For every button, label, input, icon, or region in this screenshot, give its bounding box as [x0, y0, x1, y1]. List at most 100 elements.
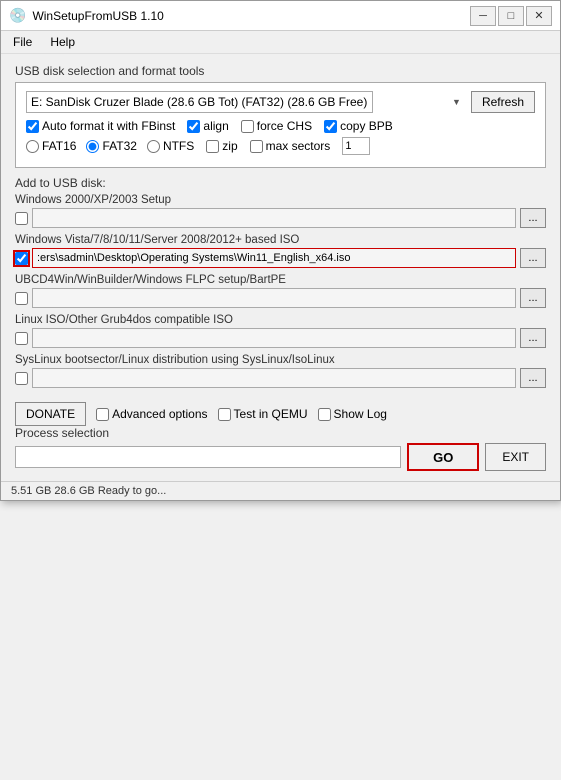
refresh-button[interactable]: Refresh [471, 91, 535, 113]
linux-input-row: ... [15, 328, 546, 348]
ubcd-category: UBCD4Win/WinBuilder/Windows FLPC setup/B… [15, 274, 546, 286]
advanced-options-checkbox-label[interactable]: Advanced options [96, 407, 207, 421]
syslinux-input-row: ... [15, 368, 546, 388]
win2000-category: Windows 2000/XP/2003 Setup [15, 194, 546, 206]
status-bar: 5.51 GB 28.6 GB Ready to go... [1, 481, 560, 500]
syslinux-category: SysLinux bootsector/Linux distribution u… [15, 354, 546, 366]
zip-label: zip [222, 139, 237, 153]
winvista-category: Windows Vista/7/8/10/11/Server 2008/2012… [15, 234, 546, 246]
fs-radio-group: FAT16 FAT32 NTFS [26, 139, 194, 153]
win2000-browse-button[interactable]: ... [520, 208, 546, 228]
usb-group-box: E: SanDisk Cruzer Blade (28.6 GB Tot) (F… [15, 82, 546, 168]
bottom-section: DONATE Advanced options Test in QEMU Sho… [15, 402, 546, 471]
copy-bpb-checkbox[interactable] [324, 120, 337, 133]
menu-help[interactable]: Help [42, 33, 83, 51]
status-text: 5.51 GB 28.6 GB Ready to go... [11, 485, 166, 497]
max-sectors-checkbox[interactable] [250, 140, 263, 153]
max-sectors-value[interactable] [342, 137, 370, 155]
main-content: USB disk selection and format tools E: S… [1, 54, 560, 481]
fat16-radio[interactable] [26, 140, 39, 153]
win2000-path-input[interactable] [32, 208, 516, 228]
force-chs-label: force CHS [257, 119, 312, 133]
align-label: align [203, 119, 228, 133]
test-qemu-checkbox[interactable] [218, 408, 231, 421]
linux-category: Linux ISO/Other Grub4dos compatible ISO [15, 314, 546, 326]
maximize-button[interactable]: □ [498, 6, 524, 26]
test-qemu-checkbox-label[interactable]: Test in QEMU [218, 407, 308, 421]
syslinux-checkbox[interactable] [15, 372, 28, 385]
exit-button[interactable]: EXIT [485, 443, 546, 471]
auto-format-checkbox[interactable] [26, 120, 39, 133]
fat16-radio-label[interactable]: FAT16 [26, 139, 76, 153]
fat16-label: FAT16 [42, 139, 76, 153]
force-chs-checkbox[interactable] [241, 120, 254, 133]
copy-bpb-checkbox-label[interactable]: copy BPB [324, 119, 393, 133]
max-sectors-label: max sectors [266, 139, 331, 153]
ubcd-checkbox[interactable] [15, 292, 28, 305]
progress-input[interactable] [15, 446, 401, 468]
go-button[interactable]: GO [407, 443, 479, 471]
add-usb-label: Add to USB disk: [15, 176, 546, 190]
ntfs-label: NTFS [163, 139, 194, 153]
show-log-label: Show Log [334, 407, 387, 421]
iso-row-win2000: Windows 2000/XP/2003 Setup ... [15, 194, 546, 228]
format-options-row: FAT16 FAT32 NTFS zip [26, 137, 535, 155]
copy-bpb-label: copy BPB [340, 119, 393, 133]
align-checkbox[interactable] [187, 120, 200, 133]
show-log-checkbox[interactable] [318, 408, 331, 421]
title-bar: 💿 WinSetupFromUSB 1.10 ─ □ ✕ [1, 1, 560, 31]
auto-format-checkbox-label[interactable]: Auto format it with FBinst [26, 119, 175, 133]
advanced-options-label: Advanced options [112, 407, 207, 421]
force-chs-checkbox-label[interactable]: force CHS [241, 119, 312, 133]
zip-checkbox-label[interactable]: zip [206, 139, 237, 153]
advanced-options-checkbox[interactable] [96, 408, 109, 421]
winvista-checkbox[interactable] [15, 252, 28, 265]
main-window: 💿 WinSetupFromUSB 1.10 ─ □ ✕ File Help U… [0, 0, 561, 501]
drive-row: E: SanDisk Cruzer Blade (28.6 GB Tot) (F… [26, 91, 535, 113]
close-button[interactable]: ✕ [526, 6, 552, 26]
title-bar-left: 💿 WinSetupFromUSB 1.10 [9, 7, 164, 24]
drive-select-wrapper: E: SanDisk Cruzer Blade (28.6 GB Tot) (F… [26, 91, 465, 113]
title-bar-controls: ─ □ ✕ [470, 6, 552, 26]
usb-section: USB disk selection and format tools E: S… [15, 64, 546, 168]
max-sectors-checkbox-label[interactable]: max sectors [250, 139, 331, 153]
zip-checkbox[interactable] [206, 140, 219, 153]
auto-format-label: Auto format it with FBinst [42, 119, 175, 133]
iso-row-linux: Linux ISO/Other Grub4dos compatible ISO … [15, 314, 546, 348]
minimize-button[interactable]: ─ [470, 6, 496, 26]
fat32-radio-label[interactable]: FAT32 [86, 139, 136, 153]
win2000-input-row: ... [15, 208, 546, 228]
ubcd-browse-button[interactable]: ... [520, 288, 546, 308]
linux-browse-button[interactable]: ... [520, 328, 546, 348]
ntfs-radio[interactable] [147, 140, 160, 153]
window-title: WinSetupFromUSB 1.10 [32, 9, 163, 23]
win2000-checkbox[interactable] [15, 212, 28, 225]
donate-button[interactable]: DONATE [15, 402, 86, 426]
usb-section-label: USB disk selection and format tools [15, 64, 546, 78]
bottom-bar-row: GO EXIT [15, 443, 546, 471]
winvista-path-input[interactable] [32, 248, 516, 268]
fat32-label: FAT32 [102, 139, 136, 153]
add-usb-section: Add to USB disk: Windows 2000/XP/2003 Se… [15, 176, 546, 394]
drive-select[interactable]: E: SanDisk Cruzer Blade (28.6 GB Tot) (F… [26, 91, 373, 113]
syslinux-path-input[interactable] [32, 368, 516, 388]
align-checkbox-label[interactable]: align [187, 119, 228, 133]
fat32-radio[interactable] [86, 140, 99, 153]
show-log-checkbox-label[interactable]: Show Log [318, 407, 387, 421]
winvista-browse-button[interactable]: ... [520, 248, 546, 268]
menu-bar: File Help [1, 31, 560, 54]
bottom-options-row: DONATE Advanced options Test in QEMU Sho… [15, 402, 546, 426]
iso-row-winvista: Windows Vista/7/8/10/11/Server 2008/2012… [15, 234, 546, 268]
window-icon: 💿 [9, 7, 26, 24]
ubcd-path-input[interactable] [32, 288, 516, 308]
ubcd-input-row: ... [15, 288, 546, 308]
linux-path-input[interactable] [32, 328, 516, 348]
ntfs-radio-label[interactable]: NTFS [147, 139, 194, 153]
menu-file[interactable]: File [5, 33, 40, 51]
auto-format-row: Auto format it with FBinst align force C… [26, 119, 535, 133]
winvista-input-row: ... [15, 248, 546, 268]
iso-row-ubcd: UBCD4Win/WinBuilder/Windows FLPC setup/B… [15, 274, 546, 308]
linux-checkbox[interactable] [15, 332, 28, 345]
test-qemu-label: Test in QEMU [234, 407, 308, 421]
syslinux-browse-button[interactable]: ... [520, 368, 546, 388]
